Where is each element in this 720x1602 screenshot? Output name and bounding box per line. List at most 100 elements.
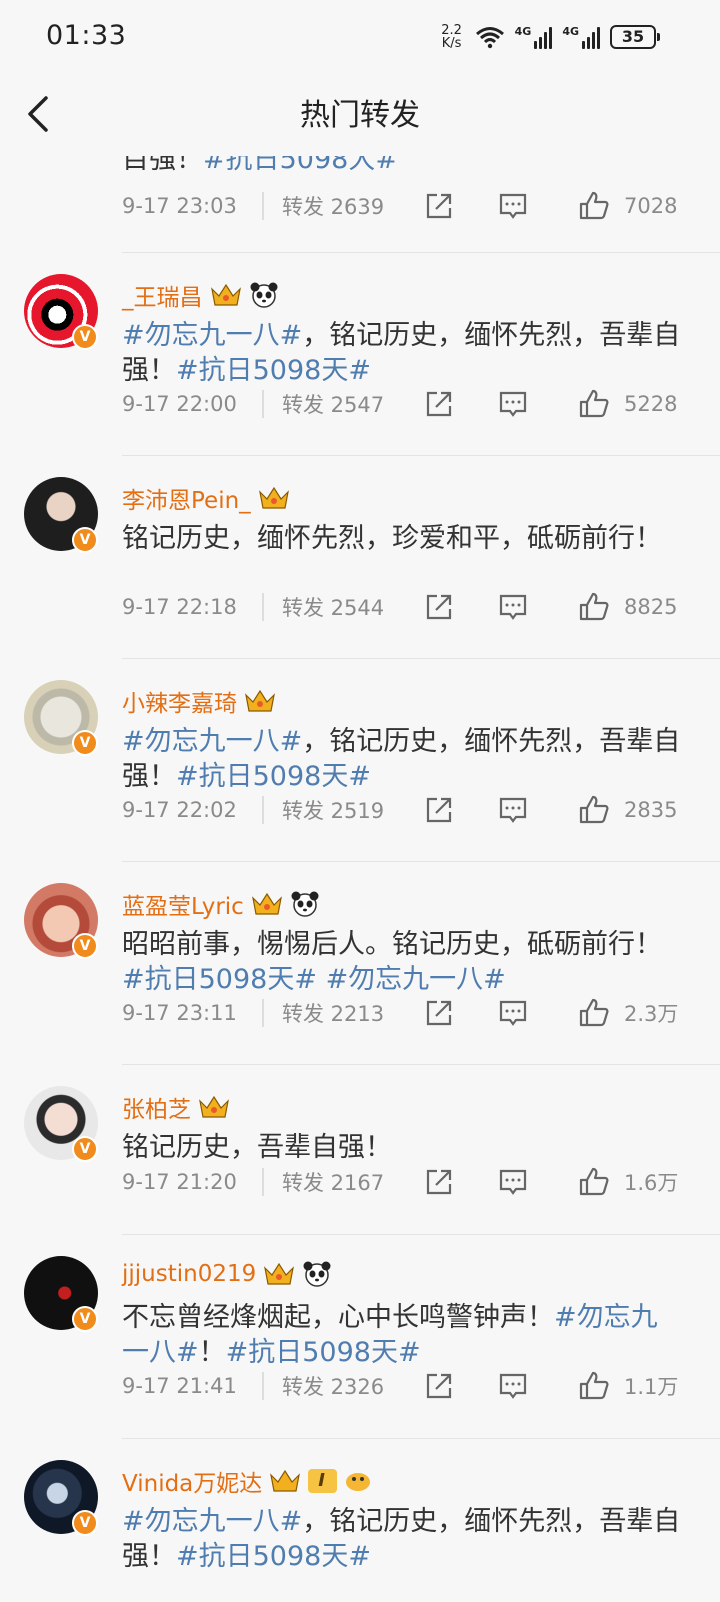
divider bbox=[122, 1438, 720, 1439]
forward-button[interactable] bbox=[424, 592, 454, 622]
comment-icon bbox=[499, 1000, 527, 1026]
post-text[interactable]: #勿忘九一八#，铭记历史，缅怀先烈，吾辈自强！#抗日5098天# bbox=[122, 724, 682, 794]
verified-badge: V bbox=[72, 933, 98, 959]
forward-button[interactable] bbox=[424, 998, 454, 1028]
comment-button[interactable] bbox=[498, 795, 528, 825]
list-item[interactable]: V 小辣李嘉琦 #勿忘九一八#，铭记历史，缅怀先烈，吾辈自强！#抗日5098天#… bbox=[0, 666, 720, 866]
share-icon bbox=[426, 797, 452, 823]
post-text[interactable]: 铭记历史，缅怀先烈，珍爱和平，砥砺前行！ bbox=[122, 521, 682, 556]
post-text-fragment: 铭记历史，吾辈自强！ bbox=[122, 1132, 392, 1163]
post-text[interactable]: 昭昭前事，惕惕后人。铭记历史，砥砺前行！ #抗日5098天# #勿忘九一八# bbox=[122, 927, 682, 997]
forward-button[interactable] bbox=[424, 389, 454, 419]
repost-feed[interactable]: 目强！#抗日5098大# 9-17 23:03 转发 2639 7028 V _… bbox=[0, 156, 720, 1602]
post-time: 9-17 21:41 bbox=[122, 1374, 237, 1398]
hashtag-link[interactable]: #抗日5098天# bbox=[122, 964, 317, 995]
hashtag-link[interactable]: #勿忘九一八# bbox=[326, 964, 506, 995]
signal-icon: 4G bbox=[562, 25, 600, 49]
verified-badge: V bbox=[72, 1510, 98, 1536]
like-button[interactable]: 2835 bbox=[578, 794, 677, 826]
divider bbox=[122, 1234, 720, 1235]
repost-count: 转发 2547 bbox=[282, 393, 385, 417]
post-text[interactable]: #勿忘九一八#，铭记历史，缅怀先烈，吾辈自强！#抗日5098天# bbox=[122, 318, 682, 388]
list-item[interactable]: V 李沛恩Pein_ 铭记历史，缅怀先烈，珍爱和平，砥砺前行！ 9-17 22:… bbox=[0, 463, 720, 663]
comment-button[interactable] bbox=[498, 1371, 528, 1401]
post-text[interactable]: 铭记历史，吾辈自强！ bbox=[122, 1130, 682, 1165]
like-button[interactable]: 5228 bbox=[578, 388, 677, 420]
comment-button[interactable] bbox=[498, 191, 528, 221]
forward-button[interactable] bbox=[424, 1167, 454, 1197]
username[interactable]: Vinida万妮达 I bbox=[122, 1464, 373, 1498]
panda-icon bbox=[303, 1261, 331, 1287]
hashtag-link[interactable]: #抗日5098天# bbox=[176, 355, 371, 386]
level-badge: I bbox=[308, 1469, 337, 1493]
network-speed: 2.2 K/s bbox=[441, 23, 462, 51]
comment-icon bbox=[499, 594, 527, 620]
like-count: 2835 bbox=[624, 798, 678, 822]
post-text-fragment: 不忘曾经烽烟起，心中长鸣警钟声！ bbox=[122, 1302, 554, 1333]
username[interactable]: 小辣李嘉琦 bbox=[122, 684, 277, 718]
verified-badge: V bbox=[72, 324, 98, 350]
username[interactable]: 张柏芝 bbox=[122, 1090, 231, 1124]
comment-button[interactable] bbox=[498, 1167, 528, 1197]
thumbs-up-icon bbox=[579, 1371, 609, 1400]
crown-icon bbox=[210, 283, 241, 306]
list-item[interactable]: 目强！#抗日5098大# 9-17 23:03 转发 2639 7028 bbox=[0, 156, 720, 254]
list-item[interactable]: V 蓝盈莹Lyric 昭昭前事，惕惕后人。铭记历史，砥砺前行！ #抗日5098天#… bbox=[0, 869, 720, 1069]
post-time: 9-17 21:20 bbox=[122, 1170, 237, 1194]
like-count: 1.1万 bbox=[624, 1375, 679, 1399]
comment-button[interactable] bbox=[498, 389, 528, 419]
list-item[interactable]: V jjjustin0219 不忘曾经烽烟起，心中长鸣警钟声！#勿忘九一八#！#… bbox=[0, 1242, 720, 1442]
post-time: 9-17 23:11 bbox=[122, 1001, 237, 1025]
divider bbox=[262, 1372, 264, 1400]
post-text[interactable]: #勿忘九一八#，铭记历史，缅怀先烈，吾辈自强！#抗日5098天# bbox=[122, 1504, 682, 1574]
hashtag-link[interactable]: #抗日5098大# bbox=[203, 156, 398, 175]
hashtag-link[interactable]: #抗日5098天# bbox=[226, 1337, 421, 1368]
comment-icon bbox=[499, 1169, 527, 1195]
post-meta: 9-17 22:18 转发 2544 8825 bbox=[122, 587, 692, 627]
repost-count: 转发 2639 bbox=[282, 195, 385, 219]
post-time: 9-17 22:18 bbox=[122, 595, 237, 619]
nav-bar: 热门转发 bbox=[0, 78, 720, 156]
divider bbox=[122, 1064, 720, 1065]
post-text[interactable]: 不忘曾经烽烟起，心中长鸣警钟声！#勿忘九一八#！#抗日5098天# bbox=[122, 1300, 682, 1370]
list-item[interactable]: V Vinida万妮达 I #勿忘九一八#，铭记历史，缅怀先烈，吾辈自强！#抗日… bbox=[0, 1446, 720, 1602]
share-icon bbox=[426, 1169, 452, 1195]
forward-button[interactable] bbox=[424, 191, 454, 221]
status-icons: 2.2 K/s 4G 4G 35 bbox=[439, 22, 660, 52]
hashtag-link[interactable]: #勿忘九一八# bbox=[122, 1506, 302, 1537]
verified-badge: V bbox=[72, 1136, 98, 1162]
like-button[interactable]: 1.6万 bbox=[578, 1166, 678, 1198]
username[interactable]: jjjustin0219 bbox=[122, 1260, 332, 1288]
hashtag-link[interactable]: #勿忘九一八# bbox=[122, 726, 302, 757]
forward-button[interactable] bbox=[424, 795, 454, 825]
post-text-fragment: 昭昭前事，惕惕后人。铭记历史，砥砺前行！ bbox=[122, 929, 662, 960]
like-button[interactable]: 8825 bbox=[578, 591, 677, 623]
username[interactable]: 李沛恩Pein_ bbox=[122, 481, 291, 515]
share-icon bbox=[426, 1000, 452, 1026]
status-time: 01:33 bbox=[46, 20, 127, 51]
divider bbox=[122, 455, 720, 456]
like-button[interactable]: 1.1万 bbox=[578, 1370, 678, 1402]
repost-count: 转发 2213 bbox=[282, 1002, 385, 1026]
verified-badge: V bbox=[72, 730, 98, 756]
like-button[interactable]: 7028 bbox=[578, 190, 677, 222]
list-item[interactable]: V _王瑞昌 #勿忘九一八#，铭记历史，缅怀先烈，吾辈自强！#抗日5098天# … bbox=[0, 260, 720, 460]
divider bbox=[262, 1168, 264, 1196]
username[interactable]: _王瑞昌 bbox=[122, 278, 279, 312]
like-count: 2.3万 bbox=[624, 1002, 679, 1026]
comment-button[interactable] bbox=[498, 592, 528, 622]
post-text-fragment: 铭记历史，缅怀先烈，珍爱和平，砥砺前行！ bbox=[122, 523, 662, 554]
post-time: 9-17 23:03 bbox=[122, 194, 237, 218]
like-button[interactable]: 2.3万 bbox=[578, 997, 678, 1029]
battery-icon: 35 bbox=[610, 25, 660, 49]
post-text: 目强！#抗日5098大# bbox=[122, 156, 682, 177]
forward-button[interactable] bbox=[424, 1371, 454, 1401]
divider bbox=[122, 252, 720, 253]
comment-button[interactable] bbox=[498, 998, 528, 1028]
hashtag-link[interactable]: #抗日5098天# bbox=[176, 761, 371, 792]
panda-icon bbox=[250, 282, 277, 308]
username[interactable]: 蓝盈莹Lyric bbox=[122, 887, 320, 921]
repost-count: 转发 2167 bbox=[282, 1171, 385, 1195]
hashtag-link[interactable]: #抗日5098天# bbox=[176, 1541, 371, 1572]
hashtag-link[interactable]: #勿忘九一八# bbox=[122, 320, 302, 351]
